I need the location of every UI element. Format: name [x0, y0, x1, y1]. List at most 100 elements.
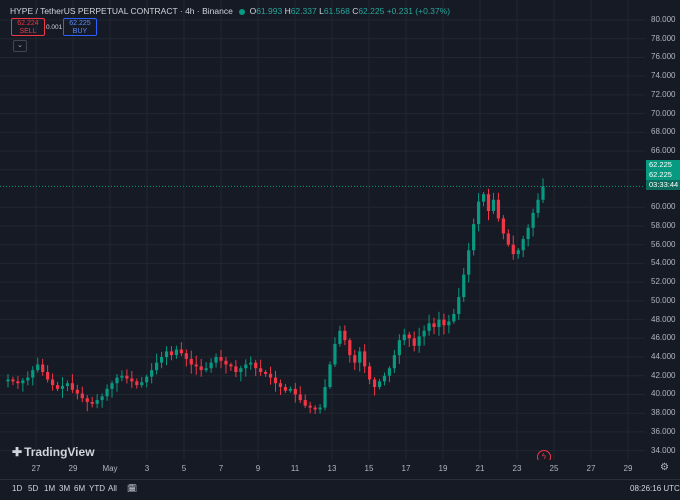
- price-axis[interactable]: 80.000 78.000 76.000 74.000 72.000 70.000 68.0…: [645, 0, 680, 460]
- candle-body[interactable]: [318, 407, 322, 410]
- time-axis[interactable]: 27 29 May 3 5 7 9 11 13 15 17 19 21 23 25 27 29: [0, 460, 645, 478]
- candle-body[interactable]: [397, 340, 401, 356]
- candle-body[interactable]: [224, 360, 228, 365]
- candle-body[interactable]: [368, 366, 372, 380]
- candle-body[interactable]: [249, 362, 253, 365]
- candle-body[interactable]: [293, 388, 297, 395]
- candle-body[interactable]: [234, 366, 238, 372]
- candle-body[interactable]: [516, 250, 520, 255]
- candle-body[interactable]: [288, 388, 292, 391]
- candle-body[interactable]: [199, 366, 203, 371]
- candle-body[interactable]: [358, 351, 362, 363]
- candle-body[interactable]: [150, 370, 154, 377]
- candle-body[interactable]: [452, 313, 456, 322]
- candle-body[interactable]: [75, 389, 79, 394]
- candle-body[interactable]: [343, 330, 347, 341]
- collapse-chevron-icon[interactable]: ⌄: [13, 40, 27, 52]
- candle-body[interactable]: [273, 377, 278, 384]
- candle-body[interactable]: [16, 381, 20, 384]
- candle-body[interactable]: [372, 379, 377, 387]
- candle-body[interactable]: [135, 381, 139, 386]
- candle-body[interactable]: [204, 368, 208, 371]
- candle-body[interactable]: [422, 330, 426, 337]
- candle-body[interactable]: [303, 400, 307, 406]
- candle-body[interactable]: [521, 239, 525, 251]
- candle-body[interactable]: [387, 368, 392, 376]
- candle-body[interactable]: [486, 194, 491, 211]
- candle-body[interactable]: [313, 407, 317, 410]
- candle-body[interactable]: [219, 357, 223, 361]
- candle-body[interactable]: [209, 362, 213, 369]
- symbol-title[interactable]: HYPE / TetherUS PERPETUAL CONTRACT · 4h …: [10, 6, 233, 16]
- candle-body[interactable]: [417, 336, 421, 346]
- sell-button[interactable]: 62.224 SELL: [11, 18, 45, 36]
- candle-body[interactable]: [506, 233, 510, 245]
- range-6m-button[interactable]: 6M: [74, 484, 85, 493]
- chart-area[interactable]: [0, 0, 645, 460]
- candle-body[interactable]: [437, 319, 441, 328]
- candle-body[interactable]: [125, 375, 129, 379]
- range-all-button[interactable]: All: [108, 484, 117, 493]
- range-1d-button[interactable]: 1D: [12, 484, 22, 493]
- candle-body[interactable]: [41, 364, 45, 372]
- gear-icon[interactable]: ⚙: [660, 462, 669, 473]
- candle-body[interactable]: [60, 386, 65, 389]
- candle-body[interactable]: [353, 355, 357, 363]
- candle-body[interactable]: [481, 194, 486, 202]
- candle-body[interactable]: [21, 380, 25, 384]
- candle-body[interactable]: [283, 386, 288, 391]
- candle-body[interactable]: [155, 362, 159, 371]
- candle-body[interactable]: [65, 383, 70, 387]
- candle-body[interactable]: [328, 364, 332, 387]
- candle-body[interactable]: [323, 386, 327, 408]
- candle-body[interactable]: [239, 368, 243, 372]
- candle-body[interactable]: [50, 379, 55, 386]
- candle-body[interactable]: [477, 201, 481, 225]
- candle-body[interactable]: [462, 274, 466, 298]
- candle-body[interactable]: [169, 351, 174, 356]
- candle-body[interactable]: [447, 321, 451, 326]
- candle-body[interactable]: [427, 323, 431, 331]
- candle-body[interactable]: [531, 212, 535, 228]
- candle-body[interactable]: [392, 355, 396, 369]
- candle-body[interactable]: [174, 349, 179, 356]
- candle-body[interactable]: [159, 357, 164, 363]
- candle-body[interactable]: [382, 375, 387, 382]
- candle-body[interactable]: [501, 218, 505, 234]
- candle-body[interactable]: [189, 358, 193, 365]
- candle-body[interactable]: [164, 351, 169, 358]
- candle-body[interactable]: [26, 377, 30, 381]
- range-5d-button[interactable]: 5D: [28, 484, 38, 493]
- candle-body[interactable]: [407, 334, 411, 339]
- candle-body[interactable]: [80, 393, 84, 399]
- candle-body[interactable]: [100, 396, 104, 401]
- candle-body[interactable]: [120, 375, 124, 378]
- candle-body[interactable]: [36, 364, 40, 371]
- buy-button[interactable]: 62.225 BUY: [63, 18, 97, 36]
- candle-body[interactable]: [348, 340, 352, 356]
- candle-body[interactable]: [179, 349, 183, 354]
- candle-body[interactable]: [377, 381, 382, 387]
- candle-body[interactable]: [105, 388, 109, 397]
- candle-body[interactable]: [333, 343, 337, 365]
- candle-body[interactable]: [115, 377, 119, 384]
- candle-body[interactable]: [402, 334, 406, 341]
- candle-body[interactable]: [145, 376, 149, 383]
- candle-body[interactable]: [46, 372, 50, 380]
- candle-body[interactable]: [526, 227, 530, 240]
- candle-body[interactable]: [194, 364, 198, 367]
- candle-body[interactable]: [536, 199, 540, 213]
- candle-body[interactable]: [412, 338, 416, 346]
- candle-body[interactable]: [214, 357, 218, 363]
- candle-body[interactable]: [140, 382, 144, 386]
- candle-body[interactable]: [254, 362, 258, 369]
- candle-body[interactable]: [511, 244, 515, 255]
- range-ytd-button[interactable]: YTD: [89, 484, 105, 493]
- candle-body[interactable]: [110, 383, 114, 389]
- candle-body[interactable]: [338, 330, 342, 344]
- candle-body[interactable]: [6, 379, 10, 382]
- utc-clock[interactable]: 08:26:16 UTC: [630, 484, 680, 493]
- candle-body[interactable]: [457, 297, 461, 314]
- candle-body[interactable]: [130, 378, 134, 382]
- candle-body[interactable]: [472, 224, 476, 251]
